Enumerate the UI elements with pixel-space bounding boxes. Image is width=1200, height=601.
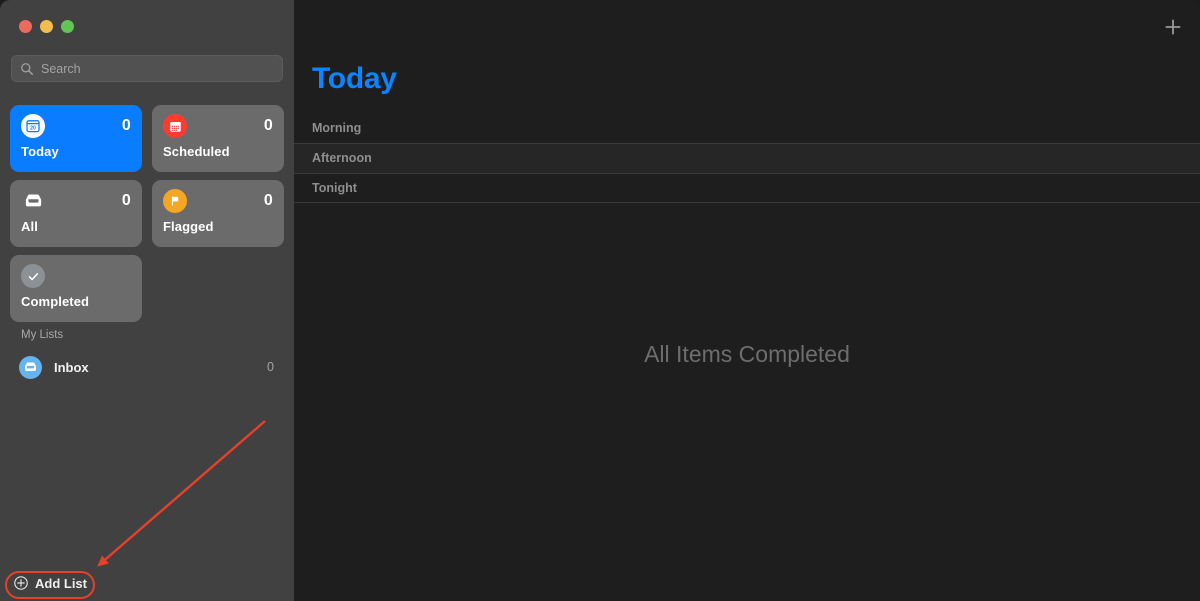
tray-icon: [21, 189, 45, 213]
search-icon: [21, 62, 33, 75]
calendar-day-icon: 20: [21, 114, 45, 138]
card-top-row: 20 0: [21, 114, 131, 138]
minimize-window-button[interactable]: [40, 20, 53, 33]
smart-list-card-scheduled[interactable]: 0 Scheduled: [152, 105, 284, 172]
main-content: Today Morning Afternoon Tonight All Item…: [294, 0, 1200, 601]
close-window-button[interactable]: [19, 20, 32, 33]
time-sections: Morning Afternoon Tonight: [294, 113, 1200, 203]
page-title: Today: [312, 62, 397, 95]
add-reminder-button[interactable]: [1162, 16, 1184, 38]
card-label: Scheduled: [163, 144, 230, 159]
my-lists-header: My Lists: [21, 329, 64, 341]
sidebar: 20 0 Today: [0, 0, 294, 601]
plus-icon: [1165, 19, 1181, 35]
card-label: All: [21, 219, 38, 234]
card-label: Flagged: [163, 219, 214, 234]
list-item-label: Inbox: [54, 359, 89, 375]
empty-state-message: All Items Completed: [644, 341, 850, 367]
time-section-morning[interactable]: Morning: [294, 113, 1200, 143]
card-count: 0: [121, 192, 131, 209]
maximize-window-button[interactable]: [61, 20, 74, 33]
card-top-row: 0: [163, 114, 273, 138]
card-top-row: 0: [163, 189, 273, 213]
time-section-tonight[interactable]: Tonight: [294, 173, 1200, 203]
smart-list-card-today[interactable]: 20 0 Today: [10, 105, 142, 172]
window-controls: [19, 20, 74, 33]
card-label: Today: [21, 144, 59, 159]
card-label: Completed: [21, 294, 90, 309]
search-input[interactable]: [41, 61, 274, 76]
list-item-inbox[interactable]: Inbox 0: [10, 353, 284, 381]
inbox-tray-icon: [19, 355, 42, 379]
card-top-row: [21, 264, 131, 288]
checkmark-icon: [21, 264, 45, 288]
card-count: 0: [121, 117, 131, 134]
svg-text:20: 20: [30, 125, 36, 131]
smart-list-card-flagged[interactable]: 0 Flagged: [152, 180, 284, 247]
reminders-window: 20 0 Today: [0, 0, 1200, 601]
add-list-label: Add List: [35, 575, 87, 591]
card-count: 0: [263, 117, 273, 134]
calendar-icon: [163, 114, 187, 138]
plus-circle-icon: [14, 576, 28, 590]
smart-list-grid: 20 0 Today 0 Scheduled 0 All 0 Flagged C…: [10, 105, 284, 322]
smart-list-card-all[interactable]: 0 All: [10, 180, 142, 247]
list-item-count: 0: [267, 360, 274, 374]
flag-icon: [163, 189, 187, 213]
smart-list-card-completed[interactable]: Completed: [10, 255, 142, 322]
card-count: 0: [263, 192, 273, 209]
time-section-afternoon[interactable]: Afternoon: [294, 143, 1200, 173]
search-field[interactable]: [11, 55, 283, 82]
add-list-button[interactable]: Add List: [9, 571, 94, 595]
card-top-row: 0: [21, 189, 131, 213]
